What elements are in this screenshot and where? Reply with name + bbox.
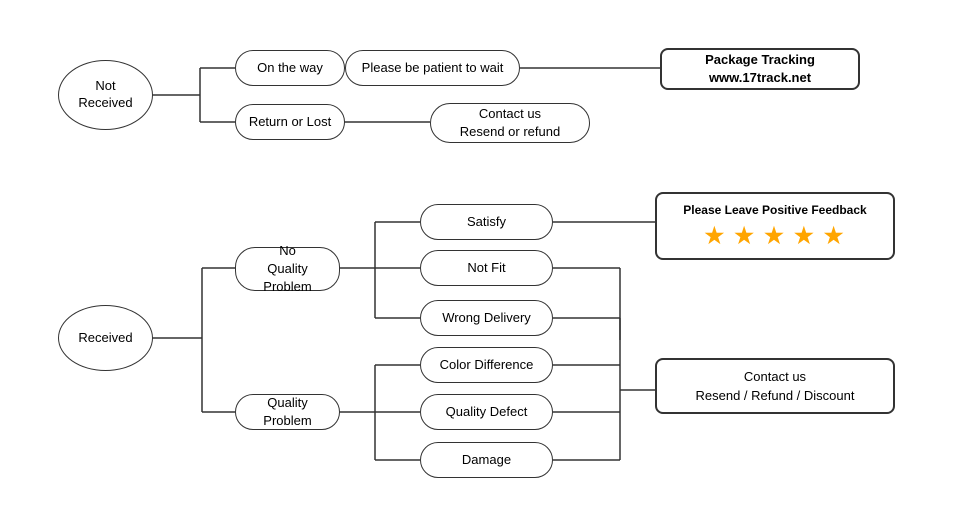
quality-problem-node: Quality Problem [235, 394, 340, 430]
on-the-way-node: On the way [235, 50, 345, 86]
not-received-node: Not Received [58, 60, 153, 130]
color-difference-node: Color Difference [420, 347, 553, 383]
no-quality-problem-node: No Quality Problem [235, 247, 340, 291]
contact-resend-refund-node: Contact us Resend or refund [430, 103, 590, 143]
stars: ★ ★ ★ ★ ★ [704, 219, 845, 252]
diagram: Not Received On the way Return or Lost P… [0, 0, 960, 513]
package-tracking-node: Package Tracking www.17track.net [660, 48, 860, 90]
please-patient-node: Please be patient to wait [345, 50, 520, 86]
contact-discount-node: Contact us Resend / Refund / Discount [655, 358, 895, 414]
not-fit-node: Not Fit [420, 250, 553, 286]
return-or-lost-node: Return or Lost [235, 104, 345, 140]
received-node: Received [58, 305, 153, 371]
feedback-node: Please Leave Positive Feedback ★ ★ ★ ★ ★ [655, 192, 895, 260]
satisfy-node: Satisfy [420, 204, 553, 240]
damage-node: Damage [420, 442, 553, 478]
wrong-delivery-node: Wrong Delivery [420, 300, 553, 336]
quality-defect-node: Quality Defect [420, 394, 553, 430]
